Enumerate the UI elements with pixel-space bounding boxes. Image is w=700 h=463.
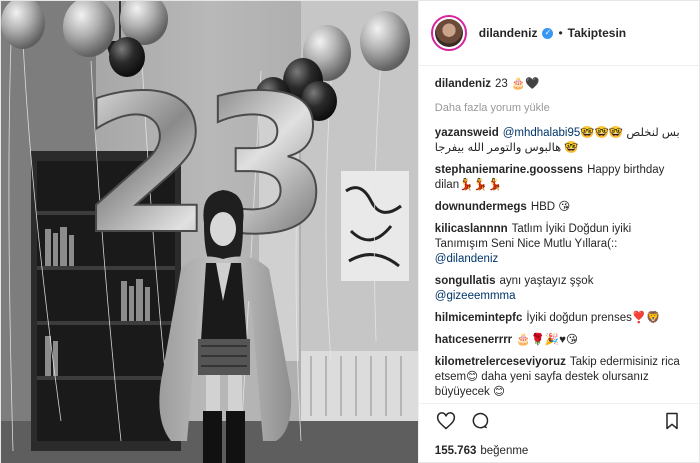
comment-item: stephaniemarine.goossens Happy birthday d… — [435, 163, 685, 193]
comment-button[interactable] — [467, 408, 493, 434]
comments-list[interactable]: dilandeniz 23 🎂🖤 Daha fazla yorum yükle y… — [419, 66, 699, 403]
photo-illustration: 23 — [1, 1, 418, 463]
comment-username[interactable]: stephaniemarine.goossens — [435, 164, 583, 176]
likes-number: 155.763 — [434, 445, 477, 458]
avatar[interactable] — [430, 15, 467, 52]
comment-item: hilmicemintepfc İyiki doğdun prenses❣️🦁 — [435, 311, 685, 326]
save-button[interactable] — [659, 408, 685, 434]
header-username[interactable]: dilandeniz — [479, 26, 538, 40]
verified-badge-icon: ✓ — [542, 27, 554, 39]
comment-mention[interactable]: @mhdhalabi95 — [503, 127, 581, 139]
comment-text: aynı yaştayız şşok — [499, 275, 594, 288]
comment-mention[interactable]: @dilandeniz — [435, 253, 498, 265]
post-actions-bar — [418, 402, 699, 439]
load-more-comments-link[interactable]: Daha fazla yorum yükle — [435, 102, 685, 114]
bookmark-icon — [666, 412, 678, 430]
comment-item: kilicaslannnn Tatlım İyiki Doğdun iyiki T… — [435, 222, 685, 267]
comment-text: İyiki doğdun prenses❣️🦁 — [526, 312, 661, 325]
heart-icon — [436, 412, 455, 430]
caption-text: 23 🎂🖤 — [495, 78, 540, 91]
like-button[interactable] — [433, 408, 459, 434]
post-header: dilandeniz ✓ • Takiptesin — [418, 1, 699, 67]
comment-item: songullatis aynı yaştayız şşok @gizeeemmm… — [435, 274, 685, 304]
comment-item: yazansweid @mhdhalabi95 بس لنخلص 🤓🤓🤓🤓 هال… — [435, 126, 685, 156]
header-separator: • — [558, 26, 563, 41]
post-caption: dilandeniz 23 🎂🖤 — [435, 76, 685, 92]
comment-icon — [472, 412, 489, 429]
comment-text: HBD 😘 — [530, 201, 571, 214]
post-photo[interactable]: 23 — [1, 1, 418, 463]
comment-item: kilometrelerceseviyoruz Takip edermisiniz… — [435, 355, 685, 400]
comment-mention[interactable]: @gizeeemmma — [435, 290, 516, 302]
likes-label: beğenme — [480, 445, 529, 458]
comment-username[interactable]: kilometrelerceseviyoruz — [435, 356, 566, 368]
comment-username[interactable]: hatıcesenerrrr — [435, 334, 512, 346]
balloon-number: 23 — [81, 55, 317, 276]
comment-username[interactable]: kilicaslannnn — [435, 223, 508, 235]
comment-username[interactable]: hilmicemintepfc — [435, 312, 523, 324]
instagram-post: 23 dilandeniz ✓ • Takiptesin dilandeniz … — [0, 0, 700, 463]
post-side-panel: dilandeniz ✓ • Takiptesin dilandeniz 23 🎂… — [417, 1, 699, 463]
comment-item: hatıcesenerrrr 🎂🌹🎉♥😘 — [435, 333, 685, 348]
follow-status-button[interactable]: Takiptesin — [568, 26, 626, 40]
likes-count[interactable]: 155.763 beğenme — [419, 438, 699, 463]
comment-text: 🎂🌹🎉♥😘 — [516, 334, 578, 347]
comment-username[interactable]: songullatis — [435, 275, 496, 287]
comment-item: downundermegs HBD 😘 — [435, 200, 685, 215]
comment-username[interactable]: yazansweid — [435, 127, 499, 139]
caption-username[interactable]: dilandeniz — [435, 78, 491, 90]
comment-username[interactable]: downundermegs — [435, 201, 527, 213]
avatar-image — [434, 19, 463, 48]
